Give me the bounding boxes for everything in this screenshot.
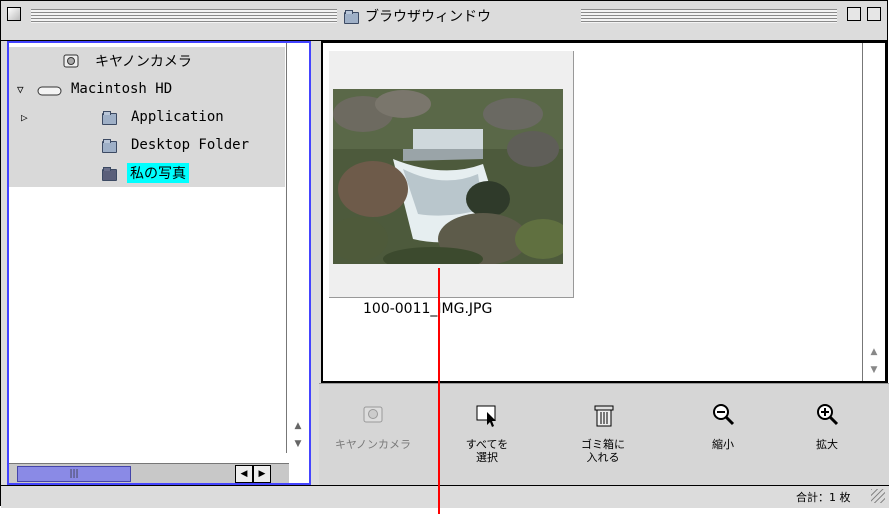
folder-icon (101, 138, 117, 153)
total-count: 合計：1 枚 (796, 491, 851, 504)
folder-tree: キヤノンカメラ ▽ Macintosh HD ▷ Application Des… (9, 43, 285, 453)
trash-button[interactable]: ゴミ箱に 入れる (555, 394, 651, 480)
scroll-thumb[interactable]: ||| (17, 466, 131, 482)
tree-item-camera[interactable]: キヤノンカメラ (9, 47, 285, 75)
disclosure-collapsed-icon[interactable]: ▷ (21, 111, 28, 124)
trash-label-1: ゴミ箱に (581, 438, 625, 451)
select-all-icon (473, 400, 501, 428)
tree-item-label: Desktop Folder (131, 137, 250, 153)
tree-item-application[interactable]: ▷ Application (9, 103, 285, 131)
disclosure-expanded-icon[interactable]: ▽ (17, 83, 24, 96)
toolbar: キヤノンカメラ すべてを 選択 ゴミ箱に 入れる 縮小 拡大 (319, 383, 889, 486)
callout-pointer-line (438, 268, 440, 514)
status-bar: 合計：1 枚 (1, 485, 889, 508)
browser-window: ブラウザウィンドウ キヤノンカメラ ▽ Macintosh HD ▷ Appli… (0, 0, 889, 508)
window-title-group: ブラウザウィンドウ (343, 4, 491, 28)
select-all-label-2: 選択 (476, 451, 498, 464)
tree-item-label-selected: 私の写真 (127, 163, 189, 183)
tree-vertical-scrollbar[interactable]: ▲ ▼ (286, 43, 309, 453)
tree-item-label: キヤノンカメラ (95, 54, 192, 70)
tree-item-label: Macintosh HD (71, 81, 173, 97)
tree-item-desktop-folder[interactable]: Desktop Folder (9, 131, 285, 159)
zoom-out-label: 縮小 (712, 438, 734, 451)
collapse-box[interactable] (867, 7, 881, 21)
folder-icon (343, 9, 359, 24)
content-vertical-scrollbar[interactable]: ▲ ▼ (862, 43, 885, 381)
zoom-out-button[interactable]: 縮小 (675, 394, 771, 480)
scroll-up-arrow-icon[interactable]: ▲ (287, 417, 309, 435)
scroll-up-arrow-icon[interactable]: ▲ (863, 343, 885, 361)
zoom-in-button[interactable]: 拡大 (779, 394, 875, 480)
select-all-label-1: すべてを (465, 438, 509, 451)
thumbnail-item[interactable] (329, 51, 574, 298)
tree-item-label: Application (131, 109, 224, 125)
camera-button-label: キヤノンカメラ (334, 438, 412, 451)
thumbnail-filename: 100-0011_IMG.JPG (363, 301, 493, 317)
resize-grip-icon[interactable] (871, 489, 885, 503)
trash-icon (589, 400, 617, 428)
photo-thumbnail[interactable] (333, 89, 563, 264)
scroll-down-arrow-icon[interactable]: ▼ (863, 361, 885, 379)
folder-tree-pane: キヤノンカメラ ▽ Macintosh HD ▷ Application Des… (7, 41, 311, 485)
camera-icon (359, 400, 387, 428)
zoom-in-label: 拡大 (816, 438, 838, 451)
zoom-out-icon (709, 400, 737, 428)
folder-dark-icon (101, 166, 117, 181)
close-box[interactable] (7, 7, 21, 21)
camera-icon (61, 51, 81, 71)
tree-item-macintosh-hd[interactable]: ▽ Macintosh HD (9, 75, 285, 103)
title-bar[interactable]: ブラウザウィンドウ (1, 1, 887, 41)
folder-icon (101, 110, 117, 125)
zoom-box[interactable] (847, 7, 861, 21)
tree-horizontal-scrollbar[interactable]: ||| ◀ ▶ (9, 463, 289, 483)
tree-item-my-photos[interactable]: 私の写真 (9, 159, 285, 187)
window-title: ブラウザウィンドウ (365, 9, 491, 25)
zoom-in-icon (813, 400, 841, 428)
title-stripes-right (581, 9, 837, 23)
title-stripes-left (31, 9, 337, 23)
scroll-down-arrow-icon[interactable]: ▼ (287, 435, 309, 453)
camera-button[interactable]: キヤノンカメラ (325, 394, 421, 480)
select-all-button[interactable]: すべてを 選択 (439, 394, 535, 480)
scroll-right-arrow-icon[interactable]: ▶ (253, 465, 271, 483)
scroll-left-arrow-icon[interactable]: ◀ (235, 465, 253, 483)
thumbnail-pane: 100-0011_IMG.JPG ▲ ▼ (321, 41, 887, 383)
trash-label-2: 入れる (586, 451, 620, 464)
harddisk-icon (37, 84, 63, 96)
